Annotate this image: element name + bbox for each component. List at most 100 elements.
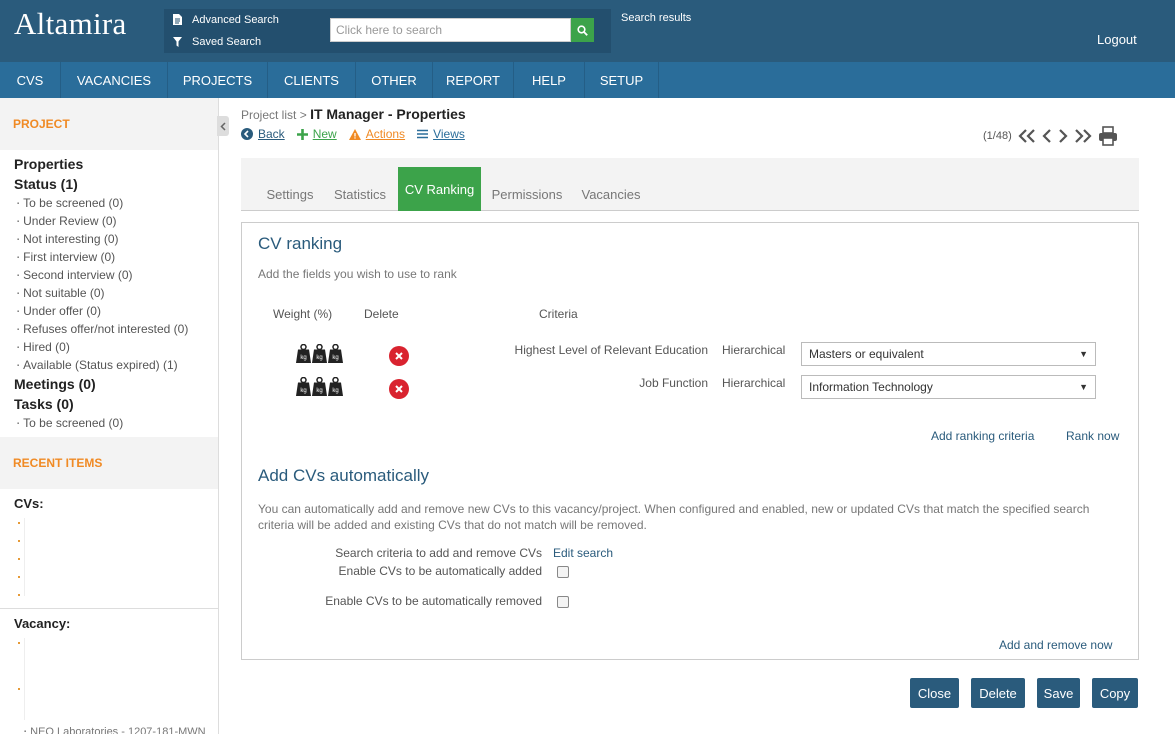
weight-icon[interactable]: kg <box>328 376 343 396</box>
weight-icon[interactable]: kg <box>296 376 311 396</box>
logout-link[interactable]: Logout <box>1097 32 1137 47</box>
views-link[interactable]: Views <box>417 127 465 141</box>
save-button[interactable]: Save <box>1037 678 1080 708</box>
last-record-button[interactable] <box>1074 129 1092 143</box>
select-value: Masters or equivalent <box>809 347 924 361</box>
weight-selector[interactable]: kg kg kg <box>296 343 343 363</box>
task-item[interactable]: To be screened (0) <box>17 416 123 430</box>
nav-other[interactable]: OTHER <box>356 62 433 98</box>
criteria-type: Hierarchical <box>722 376 786 390</box>
nav-setup[interactable]: SETUP <box>585 62 659 98</box>
list-bullet[interactable] <box>18 594 20 596</box>
tab-statistics[interactable]: Statistics <box>329 167 391 211</box>
list-bullet[interactable] <box>18 576 20 578</box>
sidebar-collapse-button[interactable] <box>217 116 229 136</box>
recent-vacancy-item[interactable]: NEO Laboratories - 1207-181-MWN <box>24 726 205 734</box>
weight-icon[interactable]: kg <box>328 343 343 363</box>
status-item[interactable]: First interview (0) <box>17 250 115 264</box>
status-item[interactable]: Under Review (0) <box>17 214 116 228</box>
status-item[interactable]: Refuses offer/not interested (0) <box>17 322 188 336</box>
recent-cvs-heading: CVs: <box>14 496 44 511</box>
tab-cv-ranking[interactable]: CV Ranking <box>398 167 481 211</box>
weight-icon[interactable]: kg <box>312 343 327 363</box>
nav-report[interactable]: REPORT <box>433 62 514 98</box>
status-item[interactable]: Available (Status expired) (1) <box>17 358 178 372</box>
new-label: New <box>312 127 337 141</box>
weight-unit-label: kg <box>300 355 306 361</box>
criteria-value-select[interactable]: Masters or equivalent ▼ <box>801 342 1096 366</box>
criteria-type: Hierarchical <box>722 343 786 357</box>
list-bullet[interactable] <box>18 522 20 524</box>
delete-button[interactable]: Delete <box>971 678 1025 708</box>
criteria-column-header: Criteria <box>539 307 578 321</box>
status-item[interactable]: Under offer (0) <box>17 304 101 318</box>
status-item[interactable]: Not interesting (0) <box>17 232 118 246</box>
cv-ranking-subtitle: Add the fields you wish to use to rank <box>258 267 457 281</box>
new-link[interactable]: New <box>296 127 337 141</box>
list-bullet[interactable] <box>18 540 20 542</box>
advanced-search-link[interactable]: Advanced Search <box>164 9 321 30</box>
action-bar: Back New Actions Views <box>241 127 465 141</box>
project-name[interactable]: Properties <box>14 156 83 172</box>
status-heading[interactable]: Status (1) <box>14 176 78 192</box>
saved-search-link[interactable]: Saved Search <box>164 31 321 52</box>
status-item[interactable]: Not suitable (0) <box>17 286 104 300</box>
dropdown-arrow-icon: ▼ <box>1079 382 1088 392</box>
tab-bar: Settings Statistics CV Ranking Permissio… <box>241 158 1139 211</box>
meetings-heading[interactable]: Meetings (0) <box>14 376 96 392</box>
weight-unit-label: kg <box>300 388 306 394</box>
nav-cvs[interactable]: CVS <box>0 62 61 98</box>
recent-items-heading: RECENT ITEMS <box>0 437 218 489</box>
weight-column-header: Weight (%) <box>273 307 333 321</box>
search-button[interactable] <box>571 18 594 42</box>
search-input[interactable] <box>330 18 571 42</box>
tab-vacancies[interactable]: Vacancies <box>575 167 647 211</box>
breadcrumb-project-list[interactable]: Project list <box>241 108 296 122</box>
criteria-value-select[interactable]: Information Technology ▼ <box>801 375 1096 399</box>
weight-icon[interactable]: kg <box>312 376 327 396</box>
add-ranking-criteria-link[interactable]: Add ranking criteria <box>931 429 1034 443</box>
weight-icon[interactable]: kg <box>296 343 311 363</box>
next-record-button[interactable] <box>1058 129 1068 143</box>
app-logo[interactable]: Altamira <box>14 6 127 42</box>
tasks-heading[interactable]: Tasks (0) <box>14 396 74 412</box>
breadcrumb-separator: > <box>299 108 307 122</box>
delete-criteria-button[interactable] <box>389 346 409 366</box>
print-button[interactable] <box>1098 126 1118 146</box>
enable-add-label: Enable CVs to be automatically added <box>338 564 542 578</box>
weight-unit-label: kg <box>316 388 322 394</box>
nav-projects[interactable]: PROJECTS <box>168 62 268 98</box>
nav-vacancies[interactable]: VACANCIES <box>61 62 168 98</box>
enable-add-checkbox[interactable] <box>557 566 569 578</box>
add-and-remove-now-link[interactable]: Add and remove now <box>999 638 1112 652</box>
select-value: Information Technology <box>809 380 933 394</box>
delete-criteria-button[interactable] <box>389 379 409 399</box>
status-item[interactable]: Second interview (0) <box>17 268 132 282</box>
rank-now-link[interactable]: Rank now <box>1066 429 1119 443</box>
tab-settings[interactable]: Settings <box>258 167 322 211</box>
first-record-button[interactable] <box>1018 129 1036 143</box>
enable-remove-checkbox[interactable] <box>557 596 569 608</box>
weight-selector[interactable]: kg kg kg <box>296 376 343 396</box>
previous-record-button[interactable] <box>1042 129 1052 143</box>
edit-search-link[interactable]: Edit search <box>553 546 613 560</box>
status-item[interactable]: To be screened (0) <box>17 196 123 210</box>
nav-clients[interactable]: CLIENTS <box>268 62 356 98</box>
nav-help[interactable]: HELP <box>514 62 585 98</box>
chevron-left-icon <box>220 121 226 131</box>
main-nav: CVS VACANCIES PROJECTS CLIENTS OTHER REP… <box>0 62 1175 98</box>
search-results-link[interactable]: Search results <box>621 12 691 24</box>
back-link[interactable]: Back <box>241 127 285 141</box>
printer-icon <box>1098 126 1117 146</box>
chevron-right-icon <box>1058 129 1068 143</box>
list-bullet[interactable] <box>18 642 20 644</box>
add-cvs-description: You can automatically add and remove new… <box>258 502 1090 532</box>
actions-link[interactable]: Actions <box>348 127 405 141</box>
status-item[interactable]: Hired (0) <box>17 340 70 354</box>
close-button[interactable]: Close <box>910 678 959 708</box>
list-bullet[interactable] <box>18 688 20 690</box>
list-bullet[interactable] <box>18 558 20 560</box>
copy-button[interactable]: Copy <box>1092 678 1138 708</box>
filter-icon <box>171 36 183 48</box>
tab-permissions[interactable]: Permissions <box>488 167 566 211</box>
